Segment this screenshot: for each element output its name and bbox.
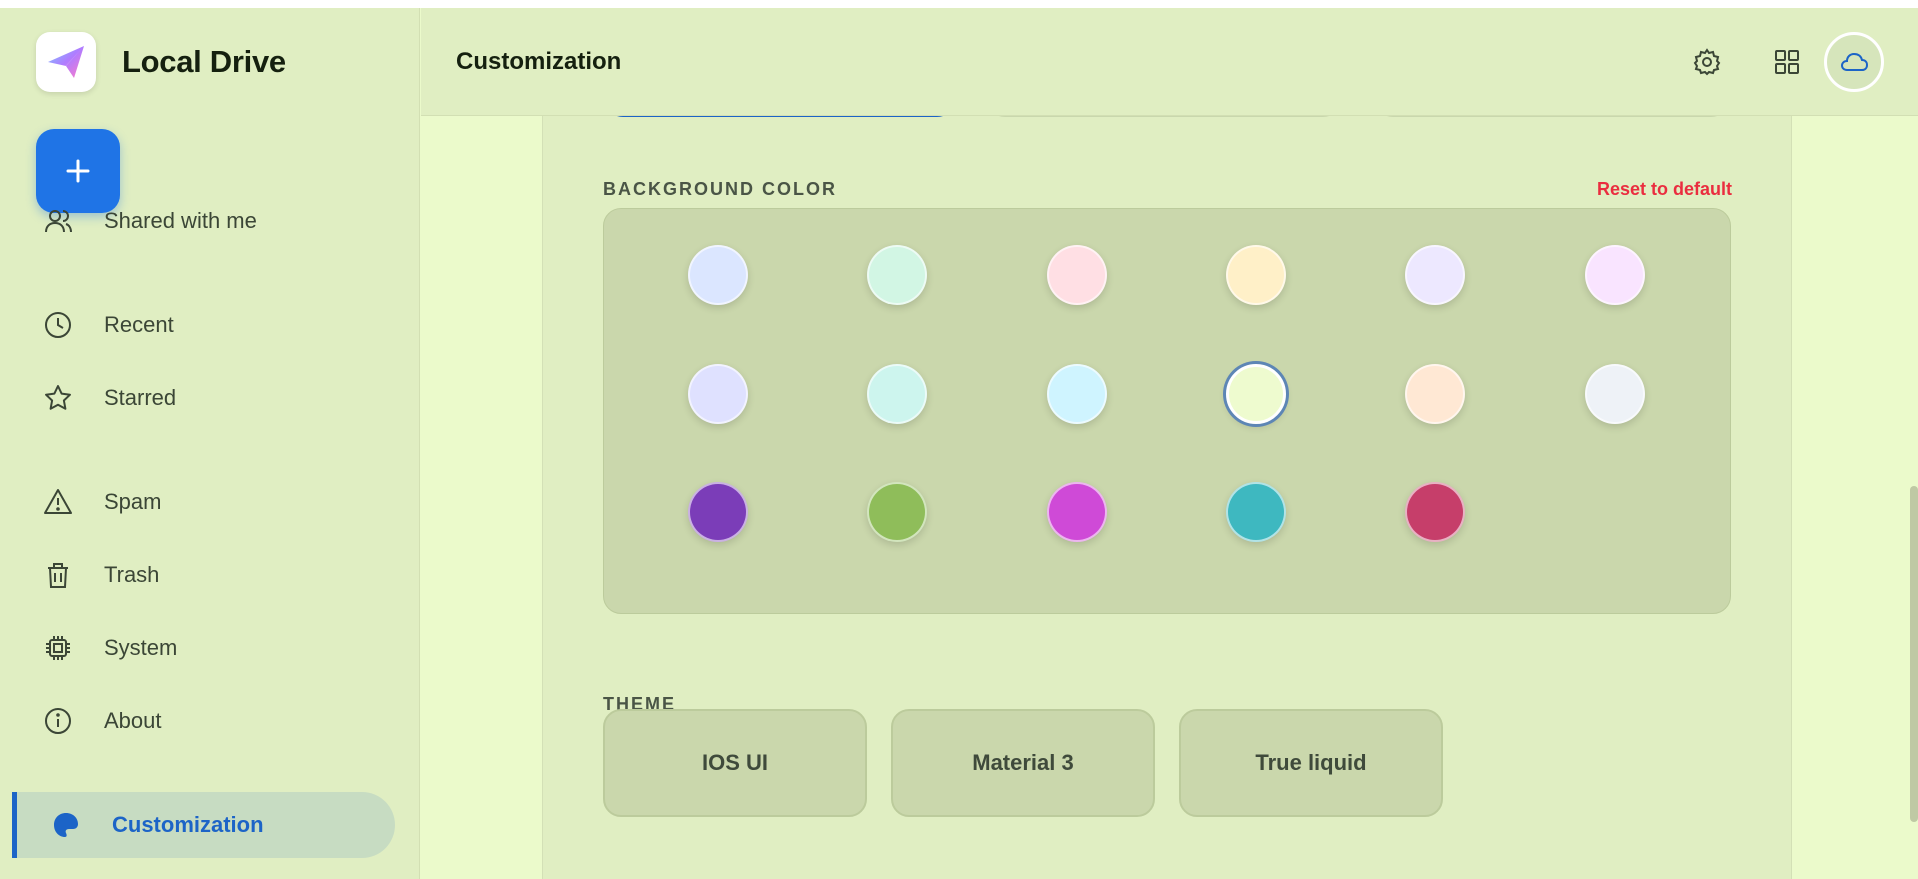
sidebar-item-starred[interactable]: Starred [12,365,395,431]
cloud-account-button[interactable] [1824,32,1884,92]
people-icon [42,205,74,237]
brand[interactable]: Local Drive [36,32,286,92]
paper-plane-logo-icon [36,32,96,92]
sidebar-item-label: Starred [104,385,177,410]
palette-icon [50,809,82,841]
theme-option-label: IOS UI [701,750,768,775]
customization-card: BACKGROUND COLOR Reset to default THEME … [542,116,1792,879]
theme-option-label: True liquid [1255,750,1367,775]
theme-option-ios-ui[interactable]: IOS UI [603,709,867,817]
sidebar-item-label: Trash [104,562,160,587]
color-swatch[interactable] [867,364,927,424]
grid-icon [1775,50,1799,74]
sidebar-item-customization[interactable]: Customization [12,792,395,858]
clock-icon [42,309,74,341]
sidebar-item-system[interactable]: System [12,615,395,681]
color-swatch[interactable] [867,482,927,542]
info-icon [42,705,74,737]
main-content: BACKGROUND COLOR Reset to default THEME … [421,116,1918,879]
plus-icon [66,159,90,183]
color-swatch[interactable] [1405,364,1465,424]
color-swatch[interactable] [688,245,748,305]
previous-option[interactable] [987,116,1341,117]
page-title: Customization [456,48,622,75]
warning-icon [42,486,74,518]
sidebar-item-label: Spam [104,489,162,514]
theme-option-material-3[interactable]: Material 3 [891,709,1155,817]
sidebar-item-trash[interactable]: Trash [12,542,395,608]
cloud-icon [1840,52,1869,71]
star-icon [42,382,74,414]
app-window: Local Drive Shared with me Recent Starre… [0,8,1918,879]
color-swatch[interactable] [1585,364,1645,424]
sidebar-item-about[interactable]: About [12,688,395,754]
color-swatch-panel [603,208,1731,614]
theme-option-true-liquid[interactable]: True liquid [1179,709,1443,817]
color-swatch[interactable] [1585,245,1645,305]
color-swatch[interactable] [1226,482,1286,542]
sidebar-item-label: About [104,708,162,733]
apps-grid-button[interactable] [1763,38,1811,86]
theme-option-label: Material 3 [972,750,1074,775]
trash-icon [42,559,74,591]
sidebar-item-shared[interactable]: Shared with me [12,188,395,254]
settings-button[interactable] [1683,38,1731,86]
color-swatch[interactable] [1047,364,1107,424]
sidebar-item-spam[interactable]: Spam [12,469,395,535]
reset-to-default-link[interactable]: Reset to default [1597,179,1732,200]
color-swatch[interactable] [1226,364,1286,424]
chip-icon [42,632,74,664]
background-color-title: BACKGROUND COLOR [603,179,837,199]
app-name: Local Drive [122,44,286,79]
scrollbar[interactable] [1910,486,1918,822]
sidebar-item-label: Customization [112,812,264,837]
sidebar-item-label: System [104,635,178,660]
previous-option[interactable] [1375,116,1729,117]
sidebar: Local Drive Shared with me Recent Starre… [0,8,420,879]
gear-icon [1693,48,1721,76]
color-swatch[interactable] [688,364,748,424]
color-swatch[interactable] [867,245,927,305]
color-swatch[interactable] [1405,245,1465,305]
sidebar-item-label: Shared with me [104,208,257,233]
color-swatch[interactable] [688,482,748,542]
top-bar: Customization [421,8,1918,116]
previous-option-selected[interactable] [605,116,955,117]
color-swatch[interactable] [1405,482,1465,542]
color-swatch[interactable] [1047,245,1107,305]
sidebar-item-recent[interactable]: Recent [12,292,395,358]
sidebar-item-label: Recent [104,312,174,337]
color-swatch[interactable] [1047,482,1107,542]
color-swatch[interactable] [1226,245,1286,305]
